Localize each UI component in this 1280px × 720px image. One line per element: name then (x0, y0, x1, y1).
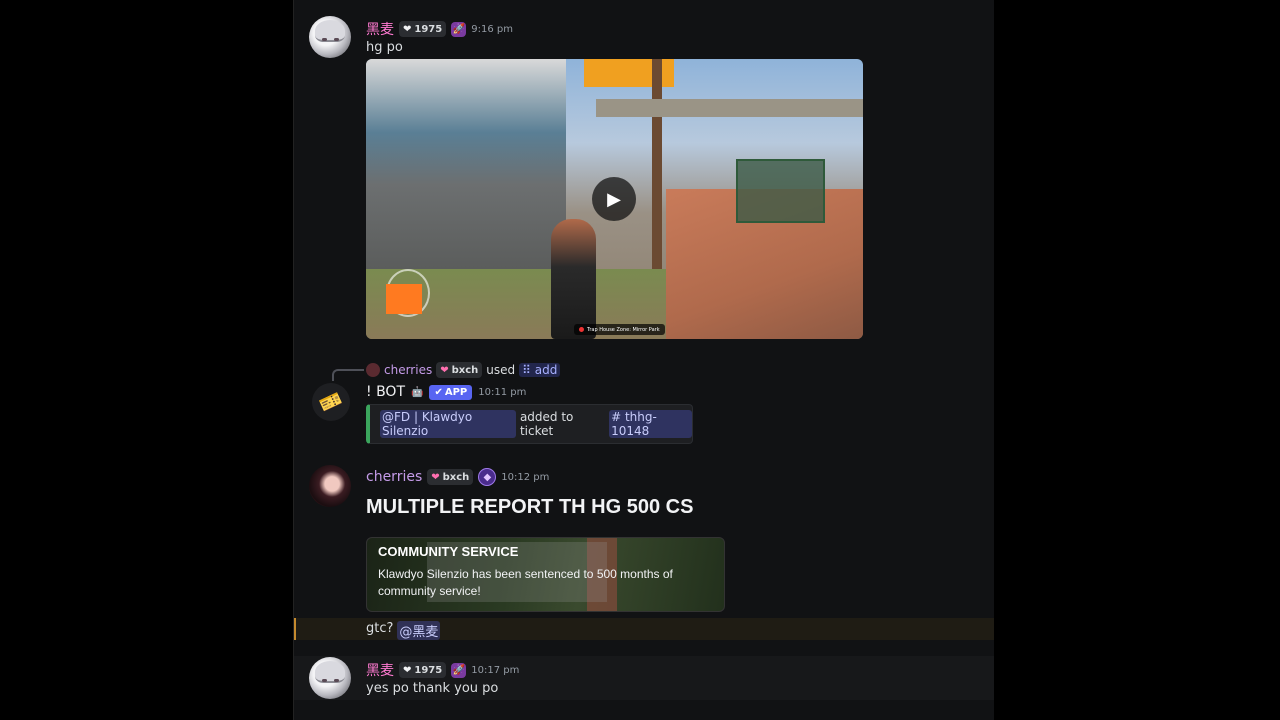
shield-icon[interactable]: ◆ (478, 468, 497, 486)
hud-location: Trap House Zone: Mirror Park (574, 324, 665, 335)
followup-message: gtc? @黑麦 (366, 621, 441, 640)
user-avatar[interactable] (309, 657, 351, 699)
reply-context[interactable]: cherries ❤ bxch used ⠿ add (366, 362, 561, 378)
message-header: ! BOT 🤖 ✔ APP 10:11 pm (366, 384, 526, 400)
card-body: Klawdyo Silenzio has been sentenced to 5… (378, 567, 673, 598)
user-avatar[interactable] (309, 16, 351, 58)
user-tag-badge[interactable]: ❤ bxch (427, 469, 474, 485)
badge-label: 1975 (414, 23, 443, 35)
message-heading: MULTIPLE REPORT TH HG 500 CS (366, 496, 694, 518)
bot-avatar[interactable]: 🎫 (312, 383, 350, 421)
username[interactable]: 黑麦 (366, 19, 394, 39)
channel-mention[interactable]: # thhg-10148 (609, 410, 692, 438)
message-text: yes po thank you po (366, 681, 499, 696)
username[interactable]: 黑麦 (366, 660, 394, 680)
app-badge-label: APP (444, 386, 468, 398)
slash-command[interactable]: ⠿ add (519, 363, 561, 377)
game-hud (798, 64, 858, 134)
bot-username[interactable]: ! BOT (366, 384, 405, 400)
timestamp: 10:11 pm (478, 386, 527, 398)
minimap-zone (386, 284, 422, 314)
reply-used-text: used (486, 363, 516, 377)
check-icon: ✔ (434, 386, 443, 398)
reply-user-badge: ❤ bxch (436, 362, 483, 378)
message-header: 黑麦 ❤ 1975 🚀 9:16 pm (366, 19, 513, 39)
rocket-icon[interactable]: 🚀 (451, 662, 467, 678)
app-badge: ✔ APP (429, 384, 473, 400)
bot-emoji-icon: 🤖 (411, 386, 424, 398)
ticket-icon: 🎫 (316, 387, 346, 417)
message-header: 黑麦 ❤ 1975 🚀 10:17 pm (366, 660, 519, 680)
user-tag-badge[interactable]: ❤ 1975 (399, 662, 447, 678)
command-label: add (534, 363, 558, 377)
building-wall (366, 59, 566, 269)
message-text: hg po (366, 40, 403, 55)
heart-icon: ❤ (403, 664, 412, 676)
pole (652, 59, 662, 279)
command-icon: ⠿ (522, 363, 535, 377)
timestamp: 10:17 pm (471, 664, 520, 676)
badge-label: bxch (442, 471, 470, 483)
chat-panel: 黑麦 ❤ 1975 🚀 9:16 pm hg po Trap House Zone… (293, 0, 994, 720)
record-dot (579, 327, 584, 332)
followup-text: gtc? (366, 621, 394, 636)
reply-avatar[interactable] (366, 363, 380, 377)
username[interactable]: cherries (366, 469, 422, 485)
play-icon: ▶ (607, 188, 621, 210)
video-attachment[interactable]: Trap House Zone: Mirror Park ▶ (366, 59, 863, 339)
user-mention[interactable]: @黑麦 (397, 621, 441, 640)
badge-label: 1975 (414, 664, 443, 676)
bus-stop (736, 159, 825, 223)
rocket-icon[interactable]: 🚀 (451, 21, 467, 37)
timestamp: 9:16 pm (471, 23, 513, 35)
user-tag-badge[interactable]: ❤ 1975 (399, 21, 447, 37)
heart-icon: ❤ (440, 364, 449, 376)
timestamp: 10:12 pm (501, 471, 550, 483)
hash-icon: # (611, 410, 625, 424)
user-mention[interactable]: @FD | Klawdyo Silenzio (380, 410, 516, 438)
character (551, 219, 596, 339)
hud-location-label: Trap House Zone: Mirror Park (587, 326, 660, 333)
heart-icon: ❤ (431, 471, 440, 483)
badge-label: bxch (451, 364, 479, 376)
play-button[interactable]: ▶ (592, 177, 636, 221)
user-avatar[interactable] (309, 465, 351, 507)
reply-spine (332, 369, 364, 381)
card-title: COMMUNITY SERVICE (378, 544, 519, 559)
embed-text: added to ticket (519, 410, 574, 438)
message-header: cherries ❤ bxch ◆ 10:12 pm (366, 468, 549, 486)
community-service-image[interactable]: COMMUNITY SERVICE Klawdyo Silenzio has b… (366, 537, 725, 612)
reply-username[interactable]: cherries (384, 363, 432, 377)
heart-icon: ❤ (403, 23, 412, 35)
bot-embed: @FD | Klawdyo Silenzio added to ticket #… (366, 404, 693, 444)
